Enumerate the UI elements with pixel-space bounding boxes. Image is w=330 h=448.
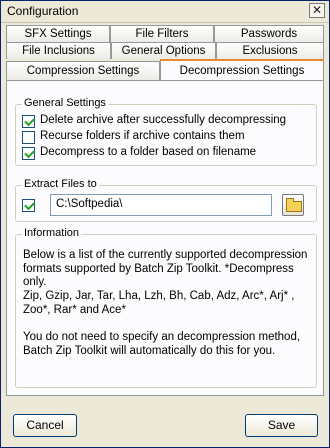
checkmark-icon (24, 115, 35, 127)
cancel-button[interactable]: Cancel (13, 414, 77, 437)
info-line: Below is a list of the currently support… (23, 249, 308, 261)
checkmark-icon (24, 147, 35, 159)
information-group: Information Below is a list of the curre… (15, 227, 317, 388)
info-line: formats supported by Batch Zip Toolkit. … (23, 262, 294, 289)
info-line: You do not need to specify an decompress… (23, 331, 301, 343)
configuration-window: Configuration ✕ SFX Settings File Filter… (0, 0, 330, 448)
tab-file-inclusions[interactable]: File Inclusions (6, 42, 111, 59)
decompress-folder-label: Decompress to a folder based on filename (40, 146, 257, 158)
extract-files-group: Extract Files to C:\Softpedia\ (15, 178, 317, 222)
info-paragraph-2: Zip, Gzip, Jar, Tar, Lha, Lzh, Bh, Cab, … (23, 290, 313, 317)
info-line: Zip, Gzip, Jar, Tar, Lha, Lzh, Bh, Cab, … (23, 290, 295, 302)
info-line: Batch Zip Toolkit will automatically do … (23, 344, 276, 357)
info-paragraph-1: Below is a list of the currently support… (23, 249, 313, 290)
extract-path-input[interactable]: C:\Softpedia\ (50, 194, 272, 216)
extract-enabled-checkbox[interactable] (22, 199, 35, 212)
folder-icon (286, 198, 302, 212)
tab-general-options[interactable]: General Options (111, 42, 216, 59)
delete-archive-label: Delete archive after successfully decomp… (40, 114, 287, 126)
recurse-folders-checkbox[interactable] (22, 131, 35, 144)
tab-panel: General Settings Delete archive after su… (6, 80, 324, 396)
recurse-folders-label: Recurse folders if archive contains them (40, 130, 245, 142)
checkmark-icon (24, 199, 35, 211)
information-label: Information (22, 227, 82, 239)
tab-sfx-settings[interactable]: SFX Settings (6, 25, 110, 42)
title-bar: Configuration ✕ (1, 1, 329, 23)
general-settings-label: General Settings (22, 97, 108, 109)
decompress-folder-checkbox[interactable] (22, 147, 35, 160)
extract-files-label: Extract Files to (22, 178, 99, 190)
tab-compression-settings[interactable]: Compression Settings (6, 61, 160, 80)
general-settings-group: General Settings Delete archive after su… (15, 97, 317, 166)
tab-decompression-settings[interactable]: Decompression Settings (160, 59, 324, 80)
tab-passwords[interactable]: Passwords (214, 25, 324, 42)
save-button[interactable]: Save (245, 414, 318, 437)
tab-exclusions[interactable]: Exclusions (216, 42, 324, 59)
tab-file-filters[interactable]: File Filters (110, 25, 214, 42)
delete-archive-checkbox[interactable] (22, 115, 35, 128)
close-icon[interactable]: ✕ (309, 3, 325, 18)
window-title: Configuration (7, 4, 79, 18)
browse-folder-button[interactable] (282, 194, 304, 216)
info-line: Zoo*, Rar* and Ace* (23, 303, 126, 316)
info-paragraph-3: You do not need to specify an decompress… (23, 331, 313, 358)
